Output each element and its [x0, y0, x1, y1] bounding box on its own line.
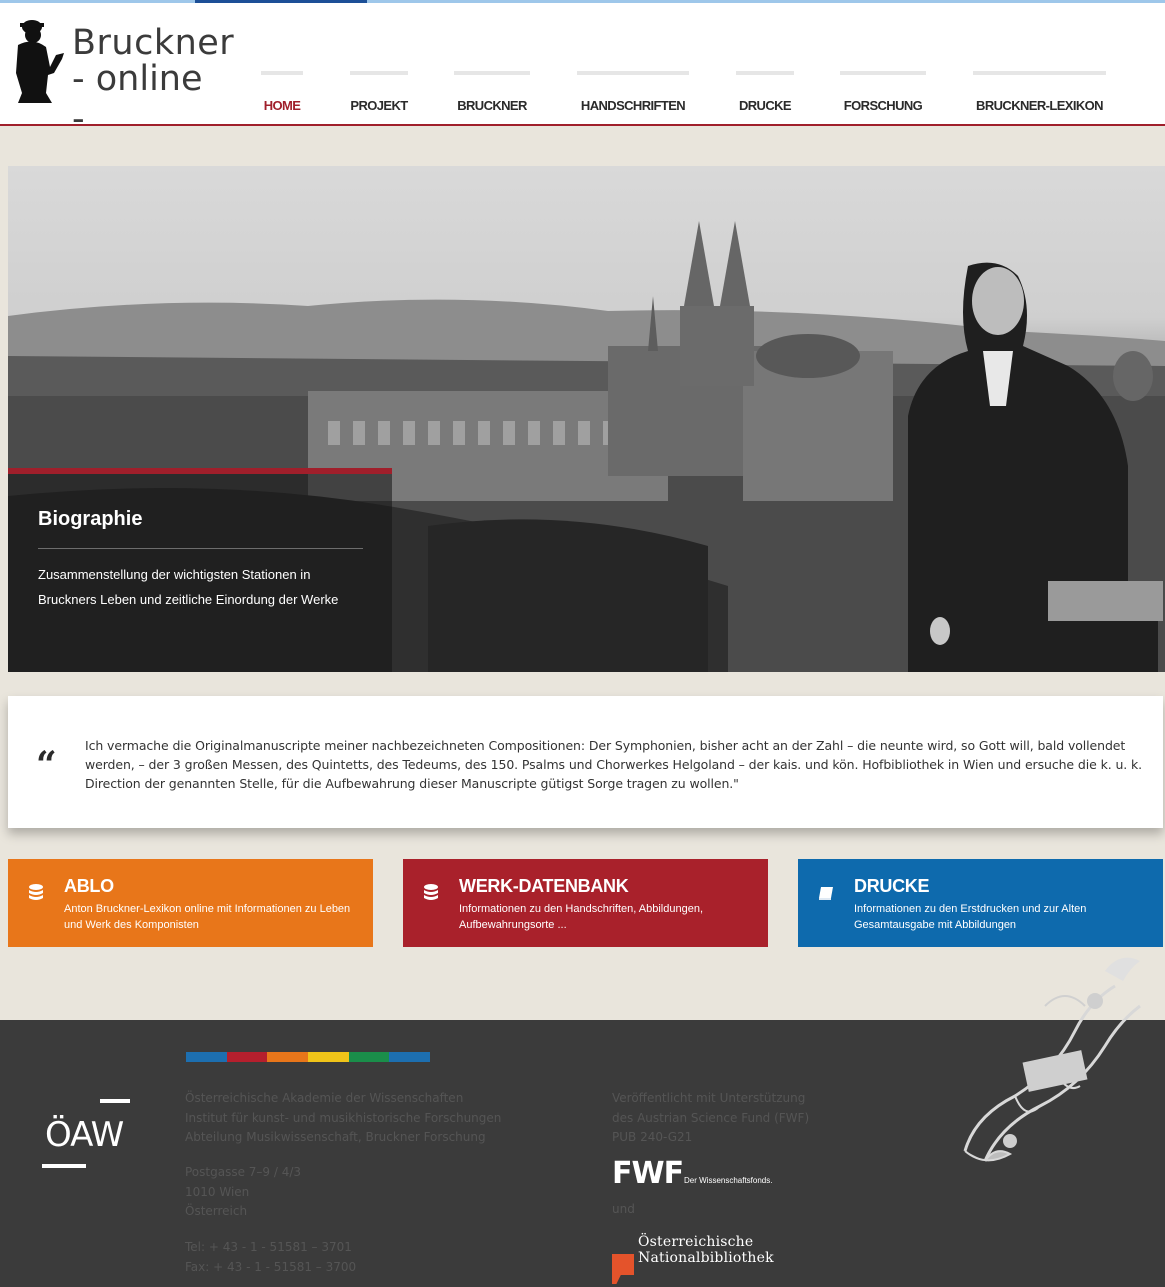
div: Österreichische Akademie der Wissenschaf… [185, 1091, 464, 1105]
cornucopia-illustration-icon [963, 957, 1141, 1162]
nav-label: HOME [263, 98, 301, 113]
fwf-tagline: Der Wissenschaftsfonds. [684, 1176, 773, 1185]
quote-open-icon: “ [36, 744, 57, 786]
nav-label: FORSCHUNG [843, 98, 923, 113]
tile-description: Informationen zu den Erstdrucken und zur… [854, 903, 1087, 931]
nav-drucke[interactable]: DRUCKE [736, 71, 794, 121]
nav-bar [840, 71, 926, 75]
nav-bar [736, 71, 794, 75]
div: Postgasse 7–9 / 4/3 [185, 1165, 302, 1179]
nav-bar [261, 71, 303, 75]
div: des Austrian Science Fund (FWF) [612, 1110, 810, 1125]
quote-text: Ich vermache die Originalmanuscripte mei… [85, 738, 1143, 791]
footer-color-bar [186, 1052, 431, 1062]
footer-funding: Veröffentlicht mit Unterstützung des Aus… [612, 1089, 809, 1148]
nav-bar [577, 71, 689, 75]
footer-institution: Österreichische Akademie der Wissenschaf… [185, 1089, 501, 1148]
footer-address: Postgasse 7–9 / 4/3 1010 Wien Österreich [185, 1163, 301, 1222]
line2 [42, 1164, 86, 1168]
div: Fax: + 43 - 1 - 51581 – 3700 [185, 1259, 357, 1274]
tile-drucke[interactable]: DRUCKE Informationen zu den Erstdrucken … [798, 859, 1163, 947]
nav-label: HANDSCHRIFTEN [580, 98, 686, 113]
nav-bruckner[interactable]: BRUCKNER [454, 71, 530, 121]
footer-phone: Tel: + 43 - 1 - 51581 – 3701 Fax: + 43 -… [185, 1238, 356, 1277]
hero-slider[interactable]: Biographie Zusammenstellung der wichtigs… [8, 166, 1165, 672]
tile-title: ABLO [64, 876, 114, 896]
tile-description: Anton Bruckner-Lexikon online mit Inform… [64, 903, 351, 931]
nav-label: PROJEKT [350, 98, 408, 113]
nav-bar [350, 71, 408, 75]
nav-label: BRUCKNER [457, 98, 527, 113]
div: Institut für kunst- und musikhistorische… [185, 1110, 502, 1125]
tile-title: DRUCKE [854, 876, 930, 896]
line1 [100, 1099, 130, 1103]
database-icon [29, 884, 43, 900]
span [186, 1052, 227, 1062]
site-header: Bruckner - online - HOME PROJEKT BRUCKNE… [0, 3, 1165, 139]
main-nav: HOME PROJEKT BRUCKNER HANDSCHRIFTEN DRUC… [0, 3, 1165, 123]
book-icon [819, 887, 833, 900]
footer-and: und [612, 1202, 635, 1216]
nav-handschriften[interactable]: HANDSCHRIFTEN [577, 71, 689, 121]
span [348, 1052, 390, 1062]
nav-forschung[interactable]: FORSCHUNG [840, 71, 926, 121]
div: Abteilung Musikwissenschaft, Bruckner Fo… [185, 1130, 486, 1144]
div: Veröffentlicht mit Unterstützung [612, 1091, 806, 1105]
nav-bar [454, 71, 530, 75]
quote-box: “ Ich vermache die Originalmanuscripte m… [8, 696, 1163, 828]
nav-label: DRUCKE [738, 98, 792, 113]
span [226, 1052, 268, 1062]
hero-title: Biographie [38, 508, 143, 530]
onb-logo[interactable]: Österreichische Nationalbibliothek [612, 1232, 832, 1287]
nav-projekt[interactable]: PROJEKT [350, 71, 408, 121]
div: Österreich [185, 1204, 248, 1218]
oaw-logo-text: ÖAW [45, 1115, 124, 1155]
database-icon [424, 884, 438, 900]
onb-flag-icon [612, 1254, 634, 1284]
hero-description: Zusammenstellung der wichtigsten Station… [38, 567, 339, 607]
span [308, 1052, 349, 1062]
div: 1010 Wien [185, 1184, 250, 1199]
tile-ablo[interactable]: ABLO Anton Bruckner-Lexikon online mit I… [8, 859, 373, 947]
span [267, 1052, 309, 1062]
div: Tel: + 43 - 1 - 51581 – 3701 [185, 1240, 352, 1254]
oaw-logo[interactable]: ÖAW [40, 1092, 140, 1182]
div: PUB 240-G21 [612, 1130, 693, 1144]
hero-caption[interactable]: Biographie Zusammenstellung der wichtigs… [8, 468, 392, 672]
nav-bar [973, 71, 1106, 75]
fwf-logo-text: FWF [612, 1156, 684, 1191]
onb-logo-line2: Nationalbibliothek [638, 1250, 774, 1266]
nav-label: BRUCKNER-LEXIKON [976, 98, 1104, 113]
nav-bruckner-lexikon[interactable]: BRUCKNER-LEXIKON [973, 71, 1106, 121]
fwf-logo[interactable]: FWF Der Wissenschaftsfonds. [612, 1156, 822, 1191]
tile-description: Informationen zu den Handschriften, Abbi… [459, 903, 703, 931]
span [389, 1052, 431, 1062]
tile-title: WERK-DATENBANK [459, 876, 629, 896]
hero-divider [38, 548, 363, 549]
tile-werk-datenbank[interactable]: WERK-DATENBANK Informationen zu den Hand… [403, 859, 768, 947]
onb-logo-line1: Österreichische [638, 1234, 754, 1250]
nav-home[interactable]: HOME [261, 71, 303, 121]
